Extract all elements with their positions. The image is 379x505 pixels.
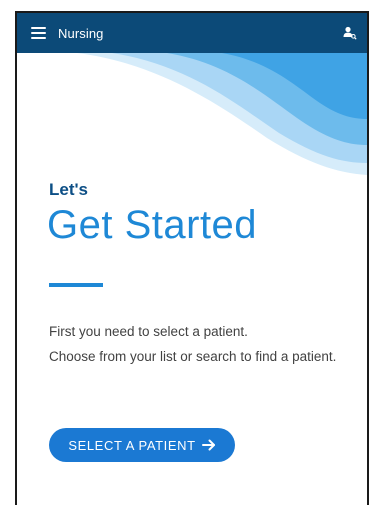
instruction-text: First you need to select a patient. (49, 324, 248, 339)
menu-icon[interactable] (31, 27, 46, 39)
page-title: Get Started (47, 203, 258, 247)
user-search-icon[interactable] (343, 26, 357, 40)
app-screen: Nursing Let's Get Started First you need… (15, 11, 369, 505)
arrow-right-icon (201, 439, 215, 451)
accent-divider (49, 283, 103, 287)
app-title: Nursing (58, 25, 104, 41)
header-wave-graphic (77, 53, 367, 175)
app-bar: Nursing (17, 13, 367, 53)
instruction-detail-text: Choose from your list or search to find … (49, 349, 337, 364)
select-patient-label: SELECT A PATIENT (68, 437, 196, 453)
kicker-text: Let's (49, 180, 88, 199)
select-patient-button[interactable]: SELECT A PATIENT (49, 428, 235, 462)
